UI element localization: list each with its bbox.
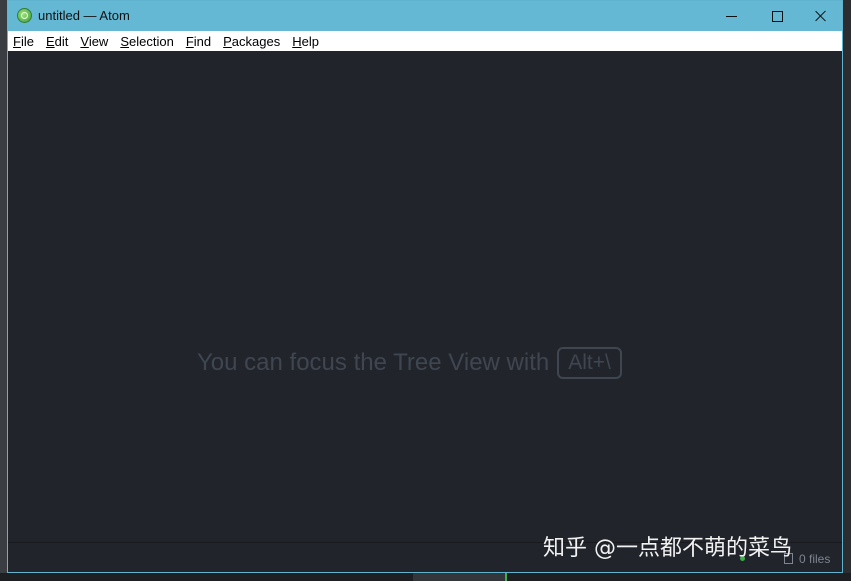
window-title: untitled — Atom	[38, 8, 130, 23]
hint-text: You can focus the Tree View with	[197, 349, 550, 376]
atom-app-icon[interactable]	[17, 8, 32, 23]
menu-packages[interactable]: Packages	[223, 34, 280, 49]
background-tab	[413, 573, 507, 581]
close-icon	[815, 10, 827, 22]
menu-help[interactable]: Help	[292, 34, 319, 49]
menu-find[interactable]: Find	[186, 34, 211, 49]
minimize-icon	[725, 15, 737, 17]
minimize-button[interactable]	[708, 1, 754, 31]
menu-edit[interactable]: Edit	[46, 34, 68, 49]
tree-view-hint: You can focus the Tree View with Alt+\	[197, 347, 622, 379]
menu-selection[interactable]: Selection	[120, 34, 173, 49]
title-bar[interactable]: untitled — Atom	[8, 1, 842, 31]
editor-pane[interactable]: You can focus the Tree View with Alt+\	[8, 51, 842, 542]
maximize-button[interactable]	[754, 1, 800, 31]
file-count[interactable]: 0 files	[799, 552, 830, 566]
shortcut-key: Alt+\	[557, 347, 622, 379]
menu-file[interactable]: File	[13, 34, 34, 49]
menu-bar: File Edit View Selection Find Packages H…	[8, 31, 842, 51]
close-button[interactable]	[798, 1, 842, 31]
atom-window: untitled — Atom File Edit View Selection…	[7, 0, 843, 573]
menu-view[interactable]: View	[80, 34, 108, 49]
maximize-icon	[771, 10, 783, 22]
watermark: 知乎 @一点都不萌的菜鸟	[543, 536, 792, 561]
